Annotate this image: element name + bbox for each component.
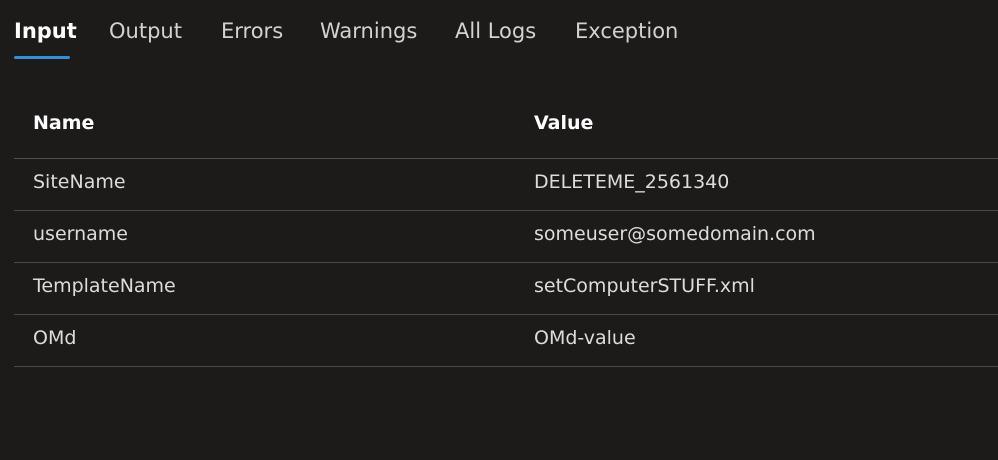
row-name-cell: SiteName bbox=[33, 171, 126, 193]
row-value-cell: someuser@somedomain.com bbox=[534, 223, 816, 245]
table-header: Name Value bbox=[14, 98, 998, 159]
parameters-table: Name Value SiteName DELETEME_2561340 use… bbox=[14, 98, 998, 367]
row-name-cell: TemplateName bbox=[33, 275, 176, 297]
column-header-value[interactable]: Value bbox=[534, 112, 593, 134]
row-value-cell: DELETEME_2561340 bbox=[534, 171, 730, 193]
tab-input[interactable]: Input bbox=[14, 17, 77, 45]
tab-bar: Input Output Errors Warnings All Logs Ex… bbox=[0, 0, 998, 64]
tab-errors[interactable]: Errors bbox=[221, 17, 283, 45]
table-row: username someuser@somedomain.com bbox=[14, 211, 998, 263]
tab-warnings[interactable]: Warnings bbox=[320, 17, 417, 45]
row-name-cell: username bbox=[33, 223, 128, 245]
active-tab-indicator bbox=[14, 56, 70, 59]
tab-output[interactable]: Output bbox=[109, 17, 182, 45]
column-header-name[interactable]: Name bbox=[33, 112, 94, 134]
table-row: SiteName DELETEME_2561340 bbox=[14, 159, 998, 211]
row-value-cell: setComputerSTUFF.xml bbox=[534, 275, 755, 297]
tab-exception[interactable]: Exception bbox=[575, 17, 678, 45]
tab-all-logs[interactable]: All Logs bbox=[455, 17, 536, 45]
table-row: OMd OMd-value bbox=[14, 315, 998, 367]
row-name-cell: OMd bbox=[33, 327, 77, 349]
table-row: TemplateName setComputerSTUFF.xml bbox=[14, 263, 998, 315]
row-value-cell: OMd-value bbox=[534, 327, 636, 349]
